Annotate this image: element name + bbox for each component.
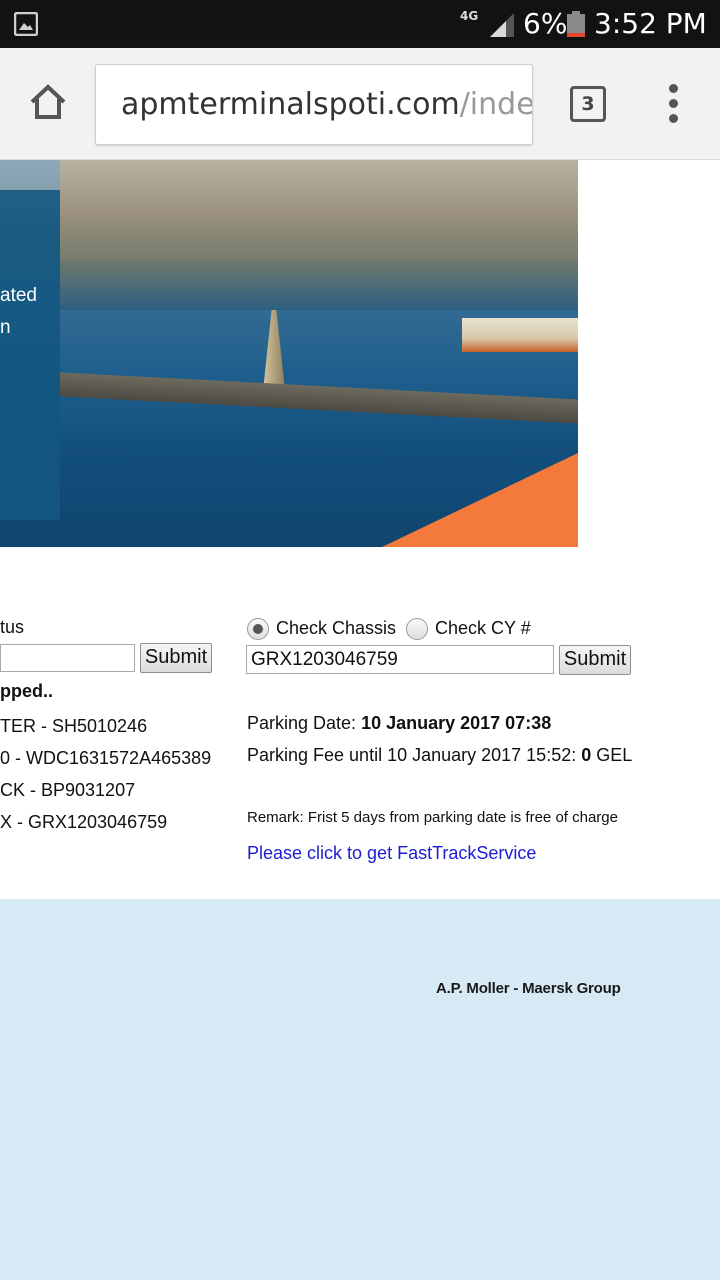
home-icon[interactable] [24,78,72,126]
status-label: tus [0,617,25,637]
overflow-menu-icon[interactable] [660,84,688,124]
check-chassis-label[interactable]: Check Chassis [276,617,396,639]
list-item: CK - BP9031207 [0,780,136,800]
hero-text-panel [0,190,60,520]
parking-date-label: Parking Date: [247,713,362,733]
stopped-status-text: pped.. [0,681,53,701]
hero-orange-accent [380,452,578,547]
browser-toolbar: apmterminalspoti.com/inde 3 [0,48,720,160]
hero-shoreline [60,260,578,310]
parking-fee: Parking Fee until 10 January 2017 15:52:… [247,744,632,766]
list-item: X - GRX1203046759 [0,812,168,832]
address-bar[interactable]: apmterminalspoti.com/inde [95,64,533,145]
status-submit-button[interactable]: Submit [140,643,212,673]
battery-icon [567,11,585,37]
status-result-list: TER - SH5010246 0 - WDC1631572A465389 CK… [0,710,211,838]
battery-percent: 6% [523,7,568,40]
url-path: /inde [459,87,533,122]
url-host: apmterminalspoti.com [121,87,460,122]
hero-panel-line: ated [0,285,37,306]
hero-panel-line: n [0,317,11,338]
network-type-label: 4G [460,9,479,23]
list-item: TER - SH5010246 [0,716,148,736]
status-input[interactable] [0,644,135,672]
check-chassis-radio[interactable] [247,618,269,640]
parking-date-value: 10 January 2017 07:38 [361,713,552,733]
page-footer: A.P. Moller - Maersk Group [0,899,720,1280]
tab-switcher-button[interactable]: 3 [570,86,606,122]
free-days-remark: Remark: Frist 5 days from parking date i… [247,809,618,826]
menu-dot [669,114,678,123]
parking-date: Parking Date: 10 January 2017 07:38 [247,712,551,734]
menu-dot [669,99,678,108]
fasttrack-service-link[interactable]: Please click to get FastTrackService [247,842,536,864]
gallery-notification-icon [14,12,38,36]
parking-fee-label: Parking Fee until 10 January 2017 15:52: [247,745,582,765]
url-text: apmterminalspoti.com/inde [121,87,533,123]
parking-fee-value: 0 [581,745,592,765]
list-item: 0 - WDC1631572A465389 [0,748,212,768]
hero-panel-text: ated n [0,280,37,344]
hero-port-image: ated n [0,160,578,547]
clock: 3:52 PM [594,7,707,40]
hero-ship [462,318,578,352]
check-cy-radio[interactable] [406,618,428,640]
chassis-number-input[interactable]: GRX1203046759 [246,645,554,674]
menu-dot [669,84,678,93]
chassis-submit-button[interactable]: Submit [559,645,631,675]
parking-fee-currency: GEL [591,745,633,765]
hero-breakwater [60,372,578,424]
signal-strength-icon [490,13,514,37]
maersk-group-logo: A.P. Moller - Maersk Group [436,980,621,997]
check-cy-label[interactable]: Check CY # [435,617,531,639]
status-bar: 4G 6% 3:52 PM [0,0,720,48]
